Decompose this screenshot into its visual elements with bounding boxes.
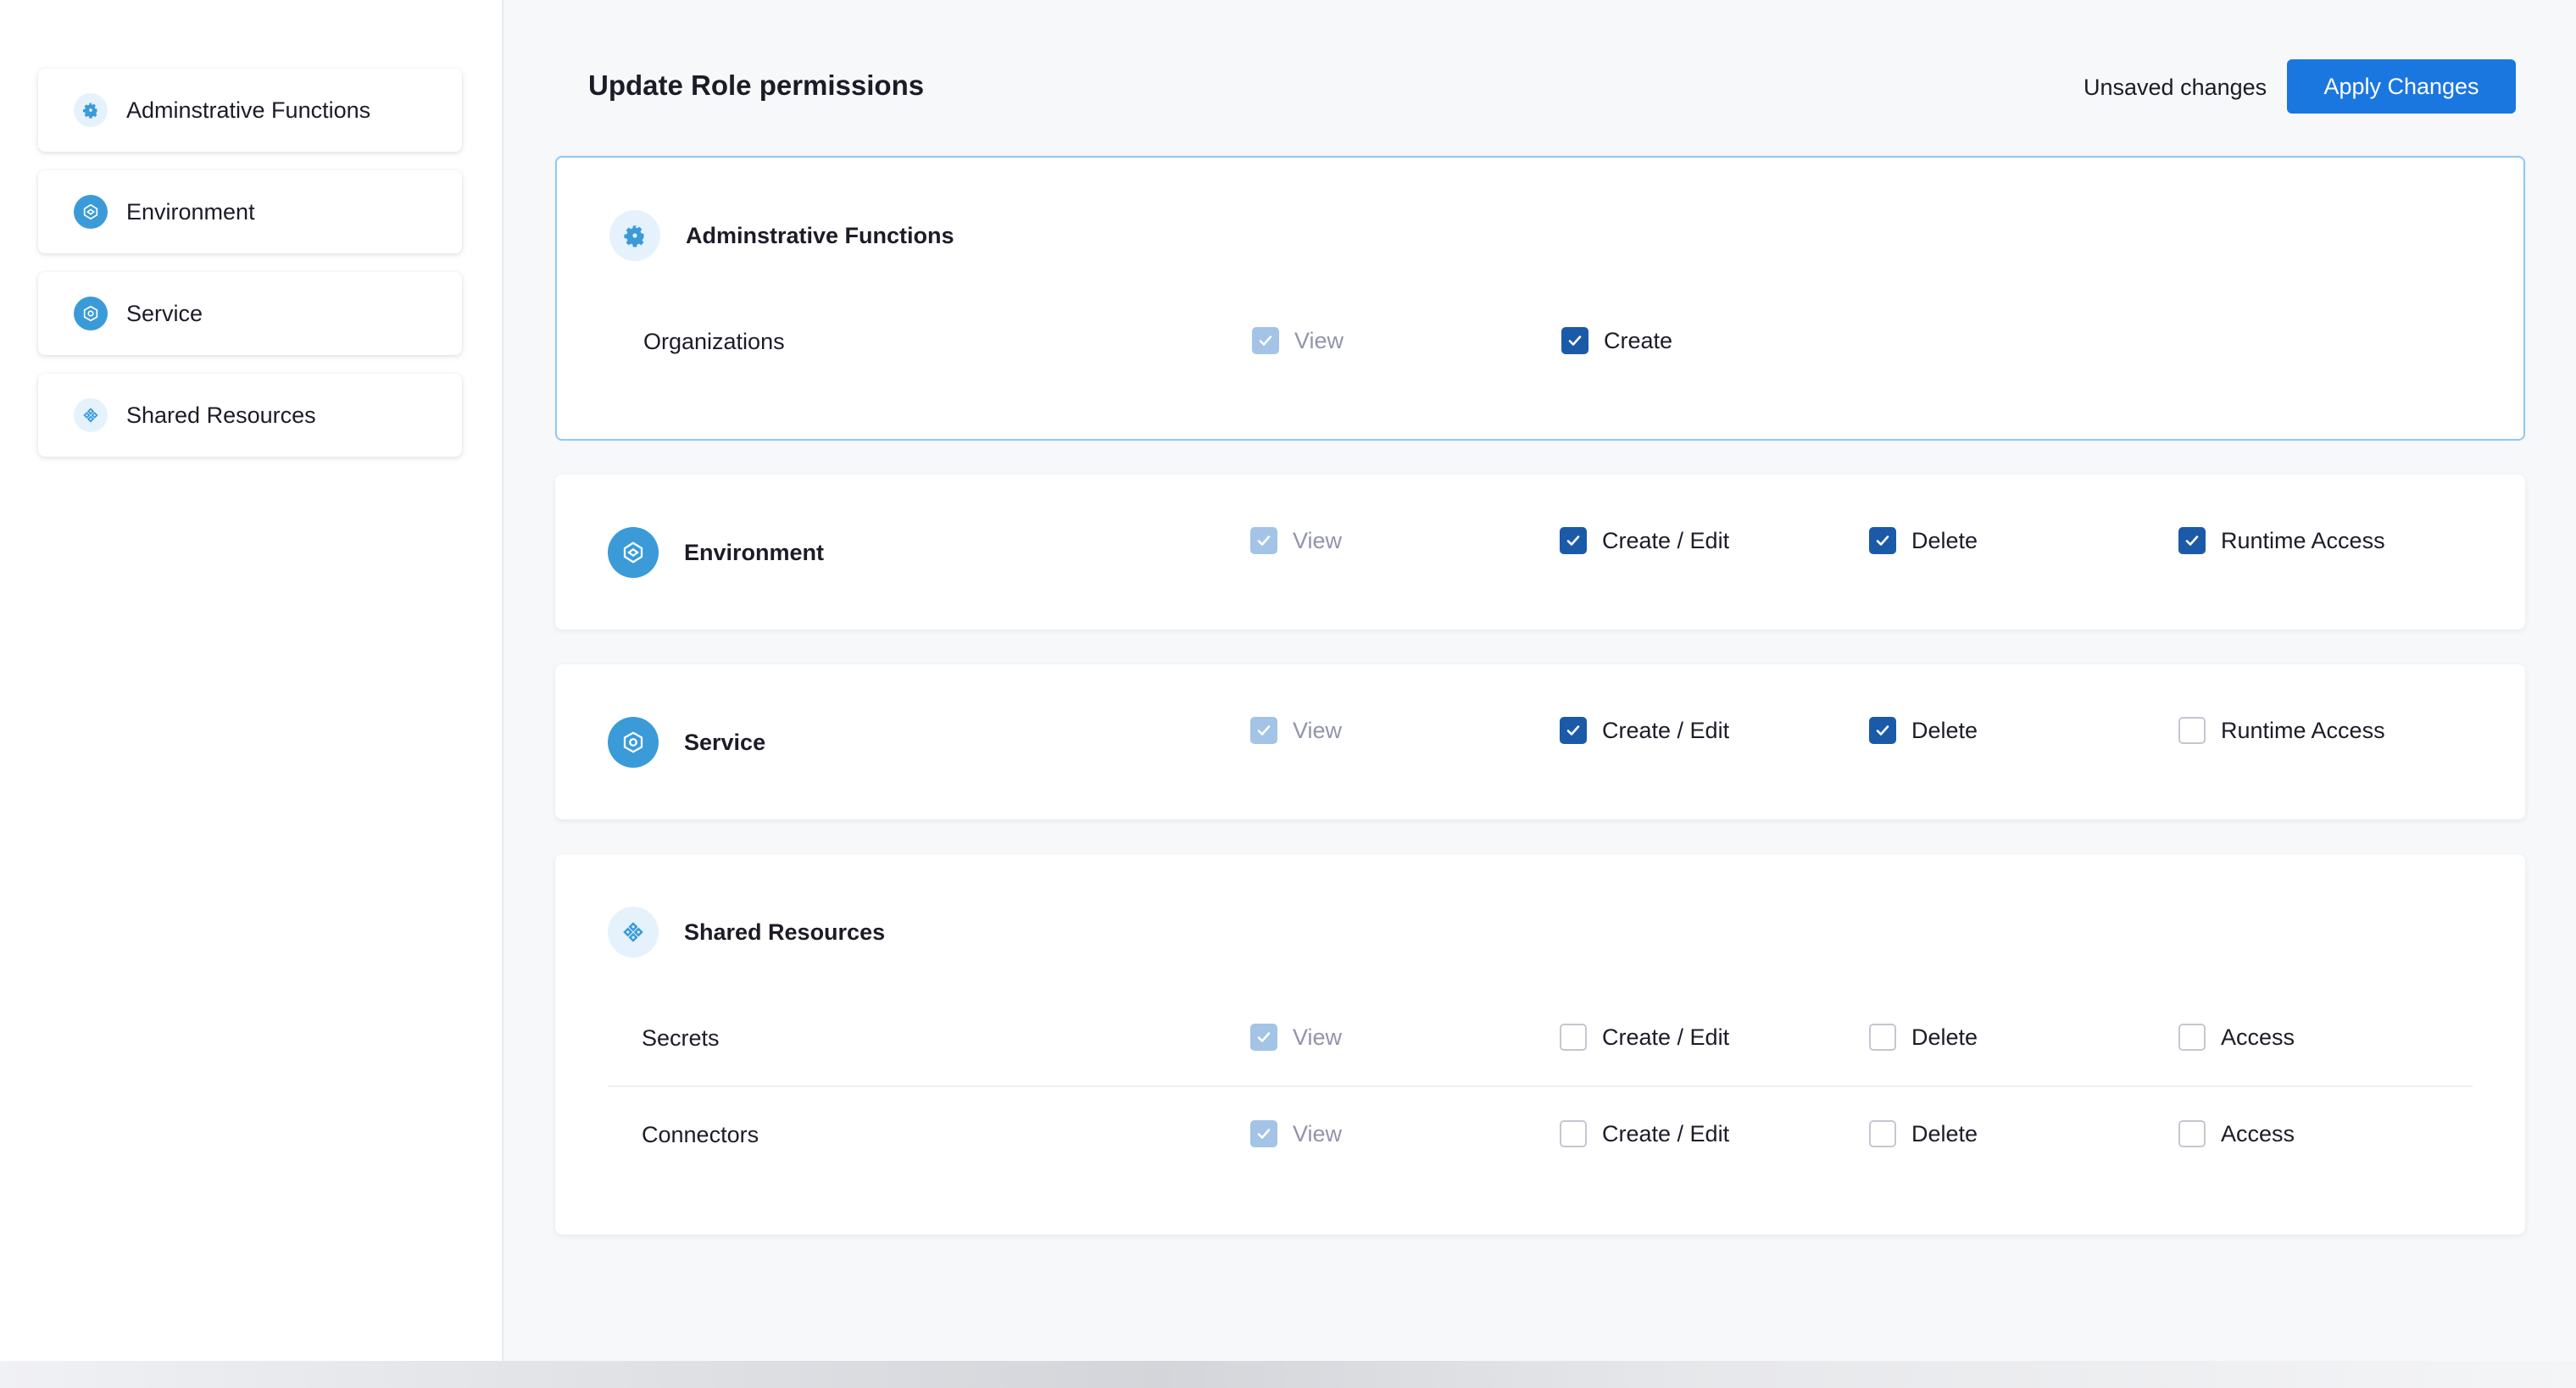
shared-resources-icon xyxy=(74,398,108,432)
checkbox[interactable] xyxy=(1561,327,1588,354)
card-title: Environment xyxy=(684,539,825,565)
page-title: Update Role permissions xyxy=(588,69,925,101)
checkbox-label: Create / Edit xyxy=(1602,1120,1730,1146)
checkbox-label: View xyxy=(1294,327,1344,353)
card-title: Adminstrative Functions xyxy=(686,222,954,248)
sidebar-item-label: Service xyxy=(126,300,203,326)
checkbox[interactable] xyxy=(1869,1024,1896,1051)
checkbox[interactable] xyxy=(1250,527,1277,554)
bottom-scroll-shadow xyxy=(0,1361,2576,1388)
checkbox[interactable] xyxy=(1250,1024,1277,1051)
perm-secrets-view[interactable]: View xyxy=(1250,1024,1342,1051)
perm-secrets-delete[interactable]: Delete xyxy=(1869,1024,1978,1051)
card-environment: Environment View Create / Edit Delete Ru… xyxy=(555,475,2525,630)
checkbox[interactable] xyxy=(1560,717,1587,744)
perm-environment-runtime-access[interactable]: Runtime Access xyxy=(2178,527,2385,554)
checkbox-label: Access xyxy=(2221,1120,2295,1146)
checkbox-label: View xyxy=(1293,1024,1343,1050)
checkbox[interactable] xyxy=(1560,1024,1587,1051)
sidebar-item-environment[interactable]: Environment xyxy=(38,170,462,253)
sidebar-item-label: Shared Resources xyxy=(126,402,316,428)
service-icon xyxy=(608,717,659,768)
unsaved-changes-text: Unsaved changes xyxy=(2084,75,2267,100)
perm-secrets-create-edit[interactable]: Create / Edit xyxy=(1560,1024,1729,1051)
app-root: Adminstrative Functions Environment Serv… xyxy=(0,0,2576,1388)
perm-service-runtime-access[interactable]: Runtime Access xyxy=(2178,717,2385,744)
card-title: Service xyxy=(684,729,766,755)
checkbox-label: Create / Edit xyxy=(1602,527,1730,553)
perm-service-create-edit[interactable]: Create / Edit xyxy=(1560,717,1729,744)
perm-environment-create-edit[interactable]: Create / Edit xyxy=(1560,527,1729,554)
checkbox-label: Delete xyxy=(1911,1024,1978,1050)
checkbox-label: Delete xyxy=(1911,717,1978,743)
perm-connectors-view[interactable]: View xyxy=(1250,1120,1342,1147)
row-label-secrets: Secrets xyxy=(642,1025,720,1051)
perm-organizations-view[interactable]: View xyxy=(1252,327,1344,354)
perm-secrets-access[interactable]: Access xyxy=(2178,1024,2295,1051)
perm-connectors-access[interactable]: Access xyxy=(2178,1120,2295,1147)
apply-changes-button[interactable]: Apply Changes xyxy=(2287,59,2516,114)
card-title: Shared Resources xyxy=(684,919,886,945)
checkbox[interactable] xyxy=(1869,717,1896,744)
checkbox-label: View xyxy=(1293,1120,1343,1146)
card-shared-resources: Shared Resources Secrets View Create / E… xyxy=(555,854,2525,1235)
card-header: Environment xyxy=(608,527,824,578)
environment-icon xyxy=(608,527,659,578)
checkbox-label: Delete xyxy=(1911,1120,1978,1146)
service-icon xyxy=(74,297,108,330)
checkbox-label: Delete xyxy=(1911,527,1978,553)
perm-connectors-delete[interactable]: Delete xyxy=(1869,1120,1978,1147)
row-label-connectors: Connectors xyxy=(642,1122,759,1147)
card-header: Service xyxy=(608,717,765,768)
sidebar: Adminstrative Functions Environment Serv… xyxy=(0,0,504,1388)
checkbox[interactable] xyxy=(1560,1120,1587,1147)
checkbox[interactable] xyxy=(1869,1120,1896,1147)
checkbox-label: Runtime Access xyxy=(2221,527,2385,553)
perm-service-delete[interactable]: Delete xyxy=(1869,717,1978,744)
perm-environment-view[interactable]: View xyxy=(1250,527,1342,554)
row-label-organizations: Organizations xyxy=(643,329,785,354)
checkbox[interactable] xyxy=(2178,1120,2206,1147)
perm-environment-delete[interactable]: Delete xyxy=(1869,527,1978,554)
card-header: Shared Resources xyxy=(608,907,885,958)
perm-connectors-create-edit[interactable]: Create / Edit xyxy=(1560,1120,1729,1147)
checkbox-label: Runtime Access xyxy=(2221,717,2385,743)
checkbox-label: View xyxy=(1293,527,1343,553)
checkbox[interactable] xyxy=(1250,1120,1277,1147)
sidebar-item-shared-resources[interactable]: Shared Resources xyxy=(38,374,462,457)
card-service: Service View Create / Edit Delete Runtim… xyxy=(555,664,2525,819)
checkbox-label: Access xyxy=(2221,1024,2295,1050)
sidebar-item-adminstrative-functions[interactable]: Adminstrative Functions xyxy=(38,69,462,152)
shared-resources-icon xyxy=(608,907,659,958)
sidebar-item-service[interactable]: Service xyxy=(38,272,462,355)
checkbox[interactable] xyxy=(1250,717,1277,744)
gear-icon xyxy=(609,210,660,261)
checkbox[interactable] xyxy=(2178,1024,2206,1051)
checkbox-label: Create / Edit xyxy=(1602,1024,1730,1050)
checkbox-label: Create xyxy=(1604,327,1673,353)
checkbox-label: View xyxy=(1293,717,1343,743)
checkbox-label: Create / Edit xyxy=(1602,717,1730,743)
gear-icon xyxy=(74,93,108,127)
perm-organizations-create[interactable]: Create xyxy=(1561,327,1672,354)
card-adminstrative-functions: Adminstrative Functions Organizations Vi… xyxy=(555,156,2525,441)
row-divider xyxy=(608,1085,2473,1087)
perm-service-view[interactable]: View xyxy=(1250,717,1342,744)
sidebar-item-label: Environment xyxy=(126,198,255,225)
checkbox[interactable] xyxy=(2178,527,2206,554)
checkbox[interactable] xyxy=(1252,327,1279,354)
card-header: Adminstrative Functions xyxy=(609,210,954,261)
checkbox[interactable] xyxy=(2178,717,2206,744)
checkbox[interactable] xyxy=(1869,527,1896,554)
sidebar-item-label: Adminstrative Functions xyxy=(126,97,371,123)
environment-icon xyxy=(74,195,108,229)
checkbox[interactable] xyxy=(1560,527,1587,554)
